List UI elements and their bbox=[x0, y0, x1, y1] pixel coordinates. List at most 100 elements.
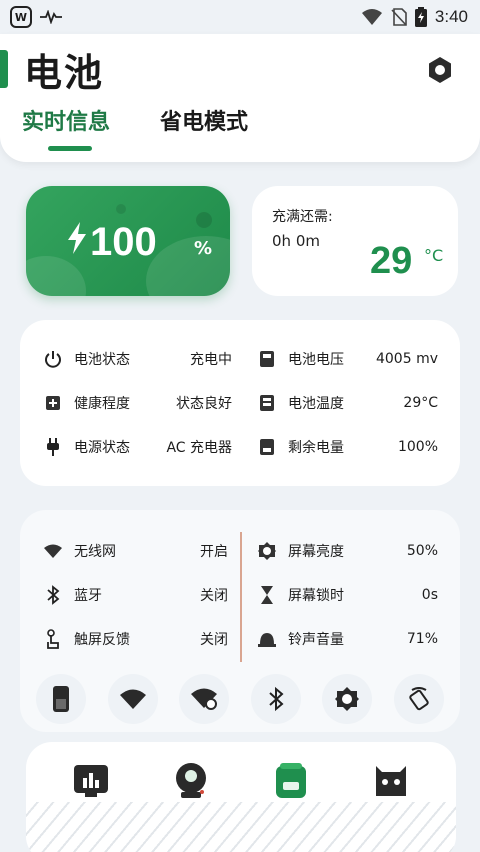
charge-time-card: 充满还需: 0h 0m 29 °C bbox=[252, 186, 458, 296]
touch-icon bbox=[42, 628, 64, 650]
battery-info-card: 电池状态 充电中 健康程度 状态良好 电源状态 AC 充电器 电池电压 4005… bbox=[20, 320, 460, 486]
bluetooth-toggle-button[interactable] bbox=[250, 674, 301, 724]
tab-power-saving-mode[interactable]: 省电模式 bbox=[160, 104, 248, 136]
sys-row-wifi: 无线网 开启 bbox=[42, 536, 228, 566]
no-sim-icon bbox=[391, 8, 407, 26]
info-row-power-source: 电源状态 AC 充电器 bbox=[42, 432, 232, 462]
battery-toggle-button[interactable] bbox=[36, 674, 86, 724]
battery-status-icon bbox=[414, 7, 427, 27]
info-value: 4005 mv bbox=[375, 351, 438, 367]
active-tab-indicator bbox=[48, 146, 92, 151]
app-notification-icon: W bbox=[10, 6, 32, 28]
battery-percentage: 100 bbox=[90, 220, 157, 264]
info-value: 充电中 bbox=[190, 352, 232, 368]
settings-button[interactable] bbox=[420, 50, 460, 90]
info-value: AC 充电器 bbox=[166, 440, 232, 456]
info-value: 0s bbox=[421, 587, 438, 603]
temperature-icon bbox=[256, 392, 278, 414]
info-label: 无线网 bbox=[74, 544, 116, 560]
nav-battery-button[interactable] bbox=[270, 760, 312, 802]
bluetooth-icon bbox=[42, 584, 64, 606]
info-value: 29°C bbox=[403, 395, 438, 411]
page-title: 电池 bbox=[24, 51, 105, 95]
info-label: 电源状态 bbox=[74, 440, 130, 456]
health-icon bbox=[42, 392, 64, 414]
info-label: 铃声音量 bbox=[288, 632, 344, 648]
info-row-health: 健康程度 状态良好 bbox=[42, 388, 232, 418]
time-to-full-label: 充满还需: bbox=[272, 209, 333, 225]
info-row-remaining-capacity: 剩余电量 100% bbox=[256, 432, 438, 462]
info-value: 状态良好 bbox=[176, 396, 232, 412]
sys-row-haptic: 触屏反馈 关闭 bbox=[42, 624, 228, 654]
info-value: 关闭 bbox=[200, 588, 228, 604]
nav-monitor-button[interactable] bbox=[170, 760, 212, 802]
info-row-temperature: 电池温度 29°C bbox=[256, 388, 438, 418]
gear-icon bbox=[429, 57, 451, 83]
plug-icon bbox=[42, 436, 64, 458]
system-status-card: 无线网 开启 蓝牙 关闭 触屏反馈 关闭 屏幕亮度 50% 屏幕锁时 0s 铃声… bbox=[20, 510, 460, 732]
brightness-icon bbox=[256, 540, 278, 562]
nav-device-button[interactable] bbox=[370, 760, 412, 802]
monitor-icon bbox=[176, 763, 206, 798]
info-label: 电池温度 bbox=[288, 396, 344, 412]
brightness-toggle-button[interactable] bbox=[322, 674, 373, 724]
sys-row-brightness: 屏幕亮度 50% bbox=[256, 536, 438, 566]
decor-dot bbox=[196, 212, 212, 228]
power-icon bbox=[42, 348, 64, 370]
info-label: 屏幕亮度 bbox=[288, 544, 344, 560]
wifi-icon bbox=[42, 540, 64, 562]
wifi-toggle-icon bbox=[119, 689, 146, 709]
battery-percentage-unit: % bbox=[194, 238, 213, 259]
info-value: 开启 bbox=[200, 544, 228, 560]
battery-level-card: 100 % bbox=[26, 186, 230, 296]
decor-blob bbox=[26, 256, 86, 296]
info-label: 蓝牙 bbox=[74, 588, 102, 604]
column-divider bbox=[240, 532, 242, 662]
battery-toggle-icon bbox=[53, 686, 69, 712]
sys-row-bluetooth: 蓝牙 关闭 bbox=[42, 580, 228, 610]
wifi-toggle-button[interactable] bbox=[107, 674, 158, 724]
info-value: 71% bbox=[406, 631, 438, 647]
hatched-background bbox=[26, 802, 456, 852]
info-label: 电池状态 bbox=[74, 352, 130, 368]
bottom-navigation bbox=[26, 742, 456, 852]
info-row-voltage: 电池电压 4005 mv bbox=[256, 344, 438, 374]
battery-temperature-unit: °C bbox=[424, 246, 444, 265]
time-to-full-value: 0h 0m bbox=[272, 232, 320, 250]
hourglass-icon bbox=[256, 584, 278, 606]
sys-row-screen-timeout: 屏幕锁时 0s bbox=[256, 580, 438, 610]
stats-icon bbox=[74, 765, 108, 797]
bell-icon bbox=[256, 628, 278, 650]
info-label: 触屏反馈 bbox=[74, 632, 130, 648]
info-label: 健康程度 bbox=[74, 396, 130, 412]
bluetooth-toggle-icon bbox=[269, 686, 284, 712]
lightning-icon bbox=[68, 222, 86, 254]
capacity-icon bbox=[256, 436, 278, 458]
android-icon bbox=[376, 766, 406, 796]
info-value: 50% bbox=[406, 543, 438, 559]
clock-time: 3:40 bbox=[434, 7, 468, 26]
info-label: 屏幕锁时 bbox=[288, 588, 344, 604]
wifi-settings-icon bbox=[191, 688, 218, 710]
tab-realtime-info[interactable]: 实时信息 bbox=[22, 104, 110, 136]
quick-toggle-row bbox=[36, 674, 444, 724]
info-label: 剩余电量 bbox=[288, 440, 344, 456]
header: 电池 实时信息 省电模式 bbox=[0, 34, 480, 162]
sys-row-ringtone-volume: 铃声音量 71% bbox=[256, 624, 438, 654]
info-label: 电池电压 bbox=[288, 352, 344, 368]
wifi-settings-button[interactable] bbox=[179, 674, 230, 724]
info-value: 关闭 bbox=[200, 632, 228, 648]
info-value: 100% bbox=[397, 439, 438, 455]
decor-blob bbox=[146, 236, 230, 296]
battery-temperature-value: 29 bbox=[370, 240, 413, 282]
battery-app-icon bbox=[276, 763, 306, 798]
pulse-icon bbox=[40, 10, 62, 24]
rotate-toggle-icon bbox=[409, 687, 429, 711]
title-accent-bar bbox=[0, 50, 8, 88]
decor-dot bbox=[116, 204, 126, 214]
voltage-icon bbox=[256, 348, 278, 370]
brightness-toggle-icon bbox=[335, 687, 360, 711]
wifi-signal-icon bbox=[361, 9, 382, 25]
rotate-toggle-button[interactable] bbox=[393, 674, 444, 724]
nav-stats-button[interactable] bbox=[70, 760, 112, 802]
